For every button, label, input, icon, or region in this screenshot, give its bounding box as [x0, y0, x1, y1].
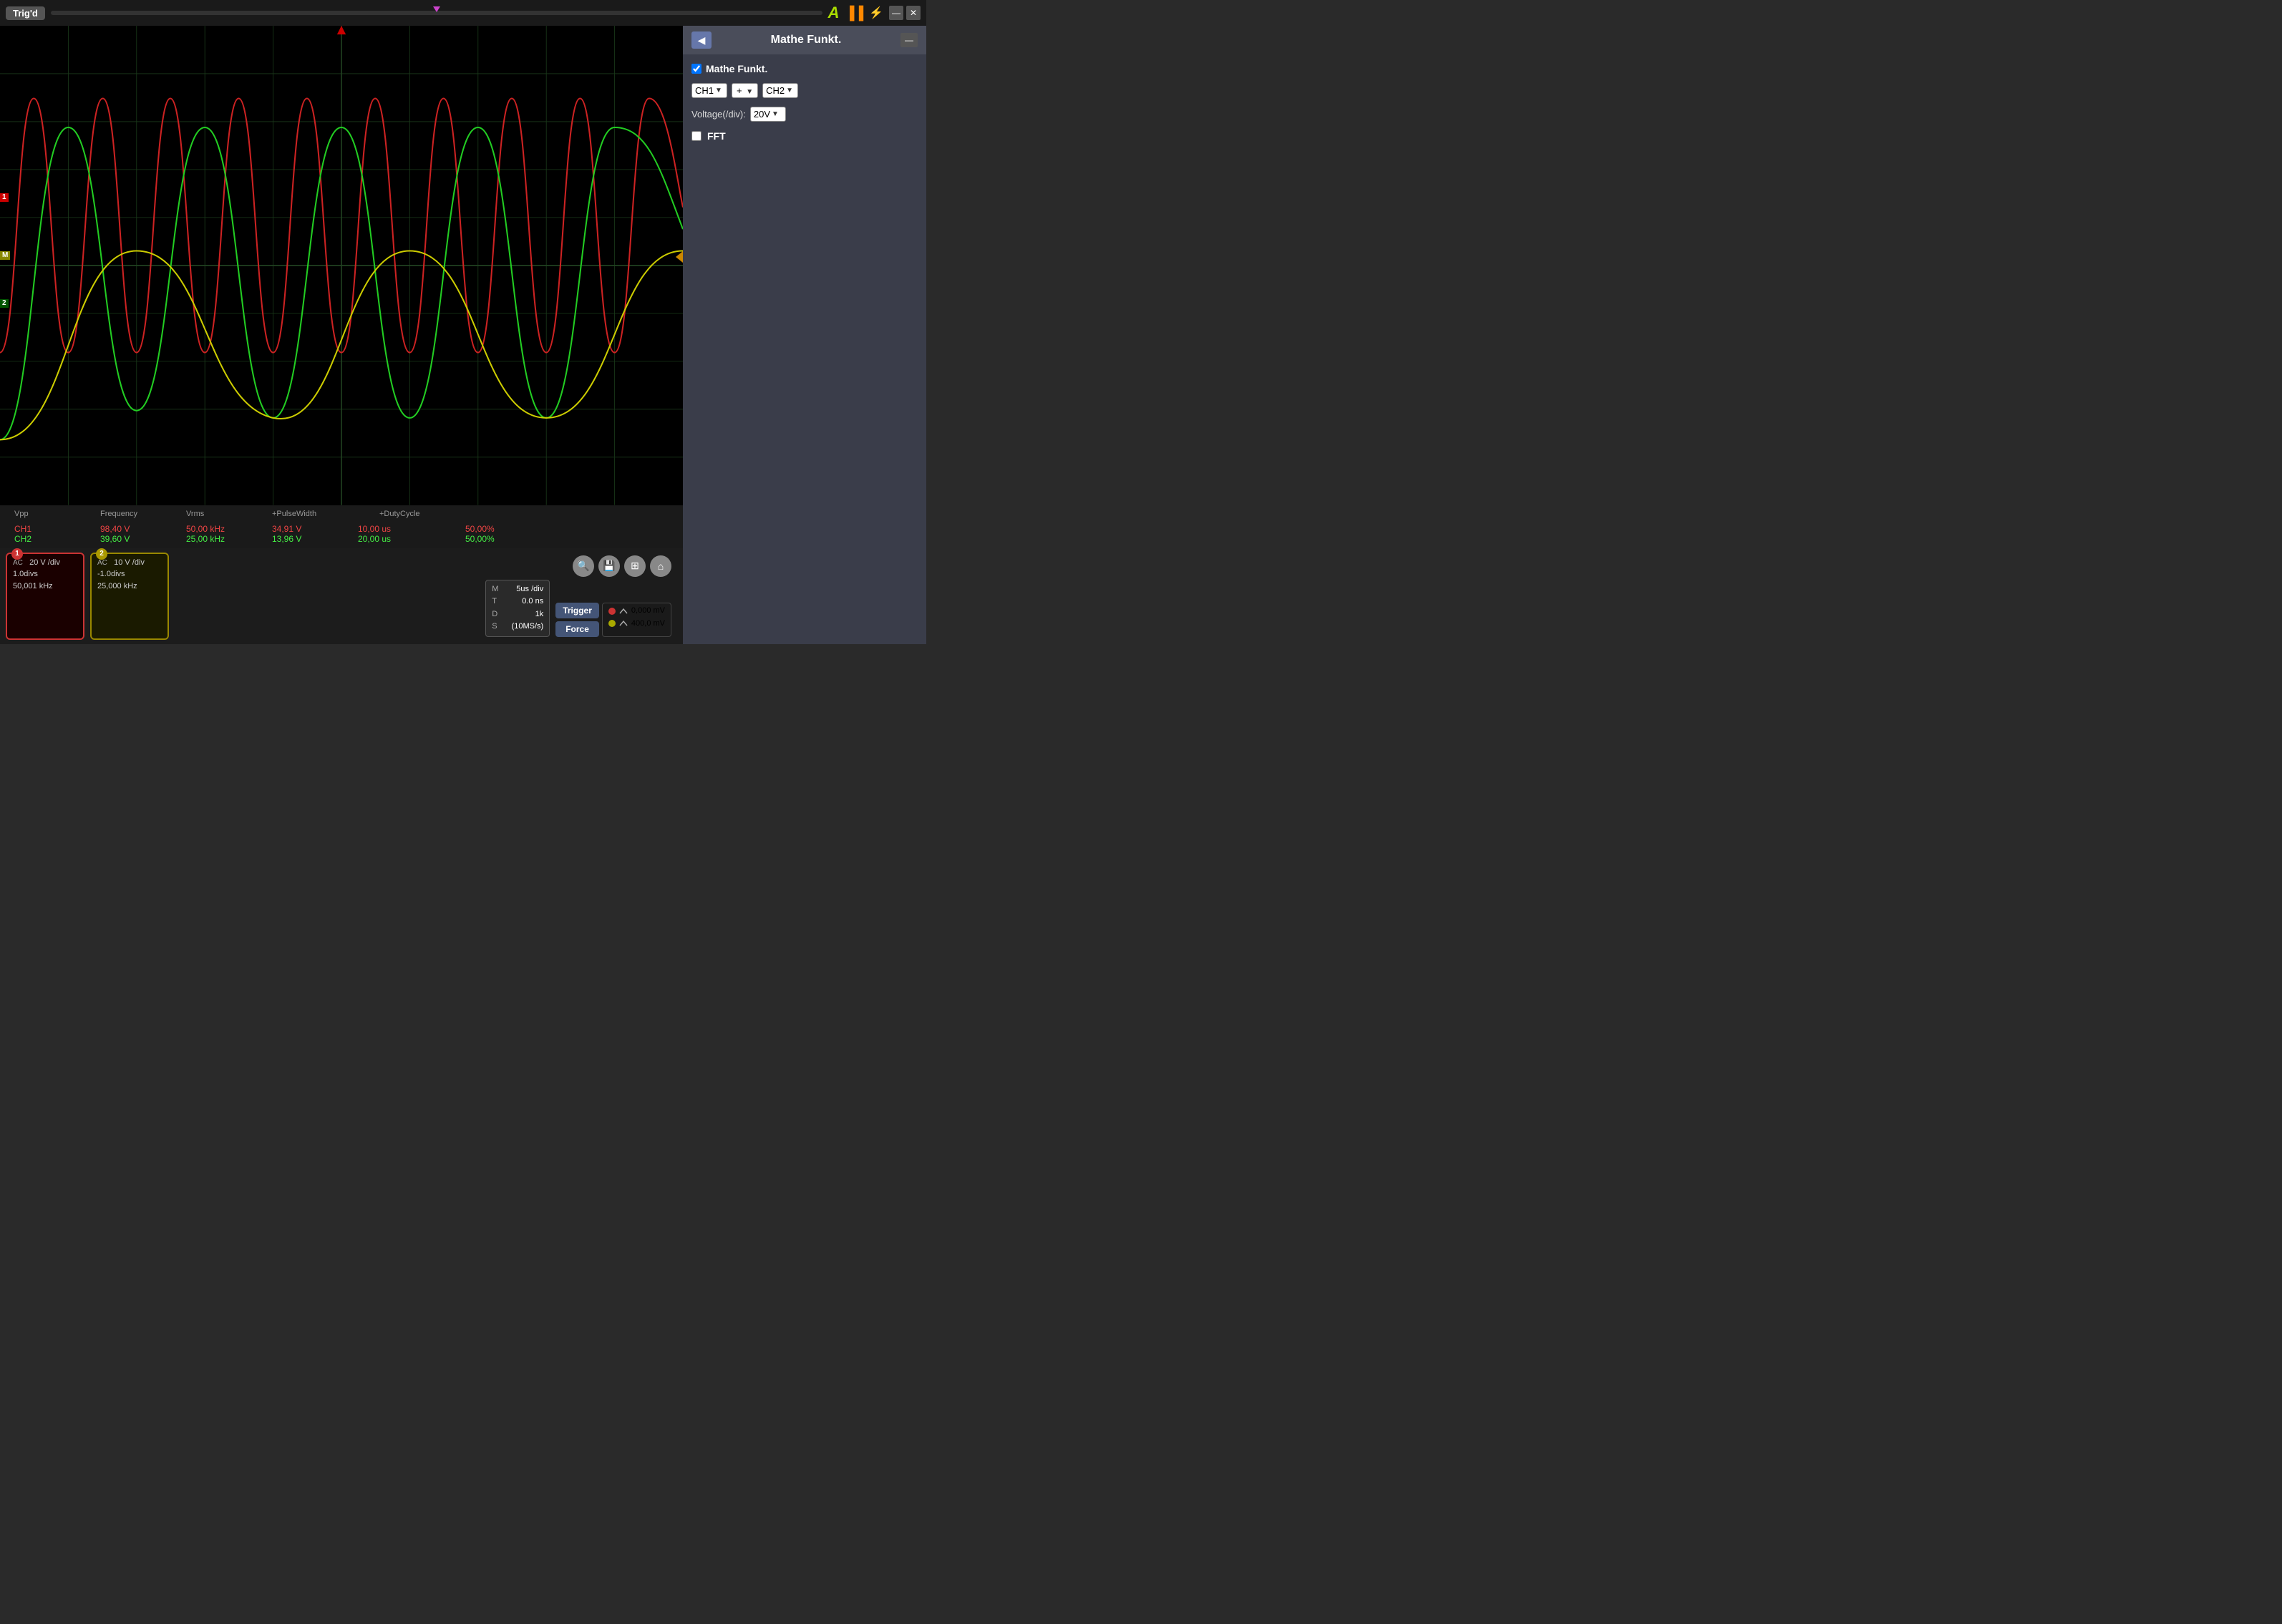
waveform-display: 1 M 2 — [0, 26, 683, 505]
ch2-dropdown-arrow: ▼ — [786, 87, 793, 94]
ch1-number: 1 — [11, 548, 23, 560]
save-button[interactable]: 💾 — [598, 555, 620, 577]
trigger-force-area: Trigger Force 0,000 mV — [555, 603, 671, 637]
scope-area: 1 M 2 Vpp Frequency Vrms +PulseWidth +Du… — [0, 26, 683, 644]
ch2-level-marker: 2 — [0, 299, 9, 308]
ch2-vpp: 39,60 V — [100, 534, 130, 544]
trigger-button[interactable]: Trigger — [555, 603, 599, 618]
ch1-freq: 50,00 kHz — [186, 524, 225, 534]
ch2-info: AC 10 V /div -1.0divs 25,000 kHz — [97, 557, 162, 593]
trig-arrow-icon — [618, 608, 628, 615]
top-bar: Trig'd A ▐▐ ⚡ — ✕ — [0, 0, 926, 26]
ch2-label-meas: CH2 — [14, 534, 31, 544]
lightning-icon: ⚡ — [869, 6, 883, 20]
ch1-label-meas: CH1 — [14, 524, 31, 534]
trigger-marker — [433, 6, 440, 12]
voltage-dropdown[interactable]: 20V ▼ — [750, 107, 786, 122]
ch1-vpp: 98,40 V — [100, 524, 130, 534]
ch2-dropdown[interactable]: CH2 ▼ — [762, 83, 798, 98]
ch1-dropdown-arrow: ▼ — [715, 87, 722, 94]
export-button[interactable]: ⊞ — [624, 555, 646, 577]
measurements-panel: CH1 98,40 V 50,00 kHz 34,91 V 10,00 us 5… — [0, 520, 683, 548]
right-scroll-arrow[interactable] — [676, 251, 683, 263]
ch1-trig-val: 0,000 mV — [631, 605, 665, 618]
ch1-vrms: 34,91 V — [272, 524, 301, 534]
close-window-button[interactable]: ✕ — [906, 6, 921, 20]
voltage-row: Voltage(/div): 20V ▼ — [691, 107, 918, 122]
zoom-button[interactable]: 🔍 — [573, 555, 594, 577]
panel-body: Mathe Funkt. CH1 ▼ + ▼ CH2 ▼ Volta — [683, 54, 926, 644]
ch2-trig-dot — [608, 620, 616, 627]
minimize-window-button[interactable]: — — [889, 6, 903, 20]
pulse-header: +PulseWidth — [272, 510, 316, 518]
home-button[interactable]: ⌂ — [650, 555, 671, 577]
voltage-dropdown-arrow: ▼ — [772, 110, 779, 118]
icon-toolbar: 🔍 💾 ⊞ ⌂ — [573, 555, 671, 577]
op-dropdown-arrow: ▼ — [746, 88, 753, 96]
math-operands-row: CH1 ▼ + ▼ CH2 ▼ — [691, 83, 918, 98]
ch2-freq: 25,00 kHz — [186, 534, 225, 544]
trigger-progress-bar — [51, 11, 822, 15]
operator-dropdown[interactable]: + ▼ — [732, 83, 758, 98]
ch1-trig-dot — [608, 608, 616, 615]
ch2-vrms: 13,96 V — [272, 534, 301, 544]
ch1-level-marker: 1 — [0, 193, 9, 202]
trig-arrow2-icon — [618, 620, 628, 627]
panel-header: ◀ Mathe Funkt. — — [683, 26, 926, 54]
fft-checkbox[interactable] — [691, 131, 701, 141]
ch2-number: 2 — [96, 548, 107, 560]
ch2-status-box[interactable]: 2 AC 10 V /div -1.0divs 25,000 kHz — [90, 553, 169, 640]
vpp-header: Vpp — [14, 510, 29, 518]
ch1-status-box[interactable]: 1 AC 20 V /div 1.0divs 50,001 kHz — [6, 553, 84, 640]
ch2-pulse: 20,00 us — [358, 534, 391, 544]
math-func-checkbox-row: Mathe Funkt. — [691, 63, 918, 74]
back-button[interactable]: ◀ — [691, 31, 712, 49]
fft-label[interactable]: FFT — [707, 130, 726, 142]
freq-header: Frequency — [100, 510, 137, 518]
panel-title: Mathe Funkt. — [717, 34, 895, 47]
trigger-readings: 0,000 mV 400,0 mV — [602, 603, 671, 637]
bottom-status-bar: 1 AC 20 V /div 1.0divs 50,001 kHz 2 AC — [0, 548, 683, 644]
ch1-pulse: 10,00 us — [358, 524, 391, 534]
logo-a: A — [828, 4, 840, 22]
voltage-label: Voltage(/div): — [691, 109, 746, 120]
window-controls: — ✕ — [889, 6, 921, 20]
ch2-trig-val: 400,0 mV — [631, 618, 665, 631]
duty-header: +DutyCycle — [379, 510, 420, 518]
trig-badge: Trig'd — [6, 6, 45, 20]
pause-icon[interactable]: ▐▐ — [845, 6, 864, 21]
force-button[interactable]: Force — [555, 621, 599, 637]
ch1-info: AC 20 V /div 1.0divs 50,001 kHz — [13, 557, 77, 593]
math-func-checkbox-label[interactable]: Mathe Funkt. — [706, 63, 767, 74]
chm-level-marker: M — [0, 251, 10, 260]
right-panel: ◀ Mathe Funkt. — Mathe Funkt. CH1 ▼ + ▼ — [683, 26, 926, 644]
vrms-header: Vrms — [186, 510, 204, 518]
bottom-right-controls: 🔍 💾 ⊞ ⌂ M 5us /div T 0.0 ns — [480, 553, 677, 640]
time-panel: M 5us /div T 0.0 ns D 1k S — [485, 580, 550, 637]
fft-checkbox-row: FFT — [691, 130, 918, 142]
waveform-svg — [0, 26, 683, 505]
ch1-dropdown[interactable]: CH1 ▼ — [691, 83, 727, 98]
panel-minimize-button[interactable]: — — [900, 33, 918, 47]
math-func-checkbox[interactable] — [691, 64, 701, 74]
measurements-header: Vpp Frequency Vrms +PulseWidth +DutyCycl… — [0, 505, 683, 520]
ch1-duty: 50,00% — [465, 524, 495, 534]
main-area: 1 M 2 Vpp Frequency Vrms +PulseWidth +Du… — [0, 26, 926, 644]
ch2-duty: 50,00% — [465, 534, 495, 544]
